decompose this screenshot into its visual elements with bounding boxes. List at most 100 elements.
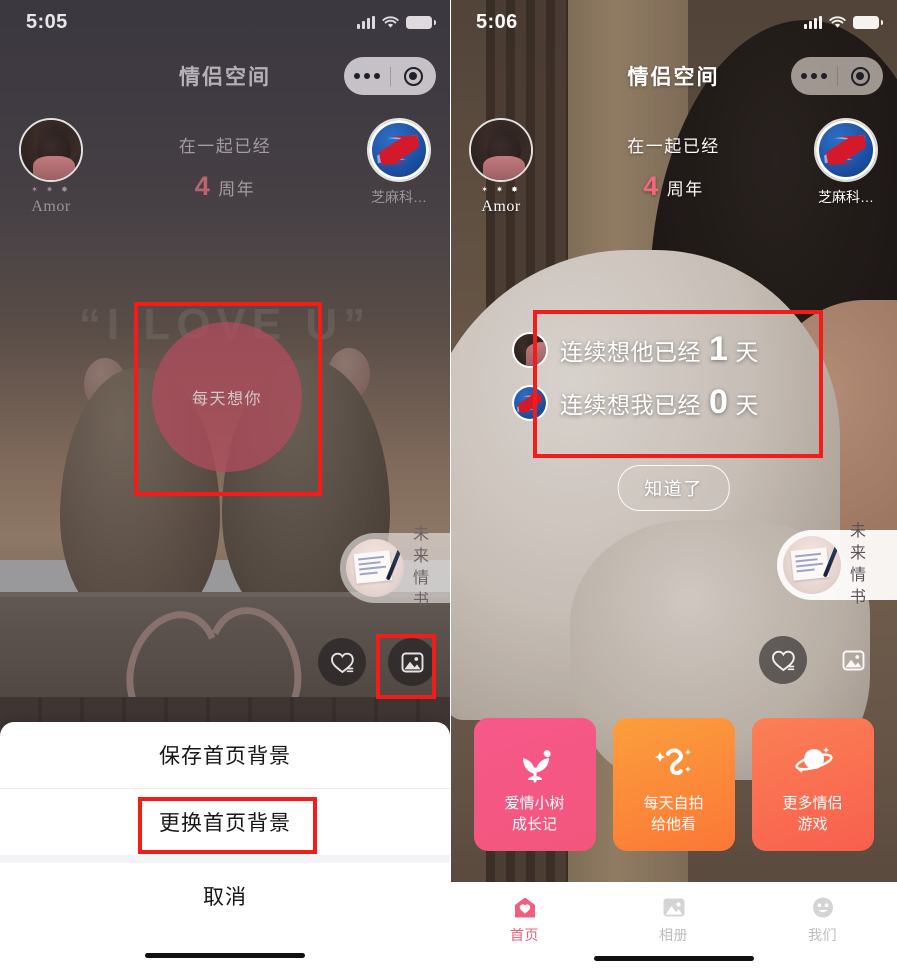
home-heart-icon bbox=[512, 893, 538, 921]
streak-label-self: 连续想我已经 bbox=[560, 392, 701, 418]
cellular-signal-icon bbox=[804, 15, 822, 29]
card-daily-selfie[interactable]: 每天自拍 给他看 bbox=[612, 718, 735, 851]
anniversary-unit: 周年 bbox=[218, 180, 256, 199]
streak-count-self: 0 bbox=[709, 383, 729, 421]
future-letter-line2: 情书 bbox=[850, 567, 868, 606]
right-status-bar: 5:06 bbox=[450, 0, 897, 44]
status-time: 5:06 bbox=[476, 10, 518, 33]
partner-avatar-block[interactable]: 芝麻科… bbox=[356, 118, 442, 207]
left-couple-row: ✶ ✷ ✸ Amor 在一起已经 4 周年 芝麻科… bbox=[0, 118, 450, 218]
left-action-buttons bbox=[318, 638, 436, 686]
daily-miss-you-bubble[interactable]: 每天想你 bbox=[152, 322, 302, 472]
sprout-plant-icon bbox=[512, 736, 558, 788]
zhima-logo[interactable] bbox=[367, 118, 431, 182]
user-avatar-photo[interactable] bbox=[469, 118, 533, 182]
page-title: 情侣空间 bbox=[627, 66, 720, 89]
heart-icon bbox=[330, 652, 354, 673]
streak-text-partner: 连续想他已经 1 天 bbox=[560, 330, 759, 369]
card-line2: 给他看 bbox=[650, 816, 696, 833]
streak-unit-partner: 天 bbox=[735, 339, 759, 365]
future-letter-line1: 未来 bbox=[413, 526, 431, 565]
us-smiley-icon bbox=[810, 893, 836, 921]
bubble-label: 每天想你 bbox=[191, 391, 262, 408]
home-indicator-bar bbox=[593, 956, 754, 961]
target-circle-icon[interactable] bbox=[838, 57, 884, 95]
status-indicators bbox=[357, 15, 436, 29]
future-letter-label: 未来 情书 bbox=[850, 521, 883, 609]
future-letter-label: 未来 情书 bbox=[413, 524, 436, 612]
love-letter-thumb bbox=[783, 536, 841, 594]
image-picture-icon bbox=[401, 652, 423, 672]
tab-us[interactable]: 我们 bbox=[748, 893, 897, 975]
streak-count-partner: 1 bbox=[709, 330, 729, 368]
left-user-avatar-block[interactable]: ✶ ✷ ✸ Amor bbox=[458, 118, 544, 216]
left-status-bar: 5:05 bbox=[0, 0, 450, 44]
change-background-button[interactable] bbox=[829, 636, 877, 684]
future-letter-line2: 情书 bbox=[413, 570, 431, 609]
streak-text-self: 连续想我已经 0 天 bbox=[560, 383, 759, 422]
anniversary-prefix: 在一起已经 bbox=[627, 137, 720, 156]
anniversary-value-row: 4 周年 bbox=[627, 171, 720, 202]
anniversary-unit: 周年 bbox=[666, 180, 704, 199]
partner-avatar-block[interactable]: 芝麻科… bbox=[803, 118, 889, 207]
streak-row-partner: 连续想他已经 1 天 bbox=[512, 330, 759, 369]
right-anniversary-block: 在一起已经 4 周年 bbox=[627, 132, 720, 202]
tab-label-album: 相册 bbox=[659, 927, 688, 943]
future-letter-entry[interactable]: 未来 情书 bbox=[777, 523, 897, 606]
bottom-tab-bar: 首页 相册 我们 bbox=[450, 882, 897, 975]
card-love-tree[interactable]: 爱情小树 成长记 bbox=[473, 718, 596, 851]
love-letter-thumb bbox=[346, 539, 404, 597]
left-wechat-capsule[interactable] bbox=[344, 57, 436, 95]
future-letter-line1: 未来 bbox=[850, 523, 868, 562]
future-letter-entry[interactable]: 未来 情书 bbox=[340, 526, 450, 609]
change-background-button[interactable] bbox=[388, 638, 436, 686]
right-wechat-capsule[interactable] bbox=[791, 57, 883, 95]
more-dots-icon[interactable] bbox=[344, 57, 390, 95]
more-dots-icon[interactable] bbox=[791, 57, 837, 95]
right-couple-row: ✶ ✷ ✸ Amor 在一起已经 4 周年 芝麻科… bbox=[450, 118, 897, 218]
card-line1: 更多情侣 bbox=[782, 795, 843, 812]
left-user-avatar-block[interactable]: ✶ ✷ ✸ Amor bbox=[8, 118, 94, 216]
like-heart-button[interactable] bbox=[759, 636, 807, 684]
anniversary-prefix: 在一起已经 bbox=[178, 137, 272, 156]
anniversary-value-row: 4 周年 bbox=[179, 171, 272, 202]
status-indicators bbox=[804, 15, 883, 29]
user-avatar-photo bbox=[512, 331, 548, 368]
sheet-item-change-background[interactable]: 更换首页背景 bbox=[0, 789, 450, 855]
avatar-name-right: 芝麻科… bbox=[818, 189, 874, 205]
right-action-buttons bbox=[759, 636, 877, 684]
anniversary-number: 4 bbox=[643, 171, 660, 201]
status-time: 5:05 bbox=[26, 10, 68, 33]
sheet-item-save-background[interactable]: 保存首页背景 bbox=[0, 722, 450, 788]
card-label-more-games: 更多情侣 游戏 bbox=[782, 793, 842, 835]
battery-icon bbox=[406, 15, 436, 29]
image-picture-icon bbox=[842, 650, 864, 670]
page-title: 情侣空间 bbox=[179, 66, 271, 89]
right-phone-screen: 5:06 情侣空间 ✶ ✷ ✸ Amor 在一起已经 4 周年 芝麻科… 连续想… bbox=[450, 0, 897, 975]
zhima-logo[interactable] bbox=[814, 118, 878, 182]
target-circle-icon[interactable] bbox=[391, 57, 437, 95]
got-it-button[interactable]: 知道了 bbox=[617, 465, 730, 511]
planet-saturn-icon bbox=[790, 736, 836, 788]
tab-album[interactable]: 相册 bbox=[599, 893, 748, 975]
card-line2: 成长记 bbox=[511, 816, 557, 833]
sheet-item-cancel[interactable]: 取消 bbox=[0, 863, 450, 929]
tab-home[interactable]: 首页 bbox=[450, 893, 599, 975]
sparkle-swirl-icon bbox=[651, 736, 697, 788]
card-line1: 爱情小树 bbox=[504, 795, 565, 812]
background-action-sheet: 保存首页背景 更换首页背景 取消 bbox=[0, 722, 450, 975]
tab-label-us: 我们 bbox=[808, 927, 837, 943]
streak-unit-self: 天 bbox=[735, 392, 759, 418]
avatar-name-left: Amor bbox=[481, 198, 521, 215]
wifi-icon bbox=[382, 15, 399, 28]
sheet-group-gap bbox=[0, 855, 450, 863]
home-indicator-bar bbox=[145, 953, 305, 958]
avatar-stars: ✶ ✷ ✸ bbox=[31, 185, 71, 194]
card-more-games[interactable]: 更多情侣 游戏 bbox=[751, 718, 874, 851]
user-avatar-photo[interactable] bbox=[19, 118, 83, 182]
photo-album-icon bbox=[661, 893, 687, 921]
zhima-logo bbox=[512, 384, 548, 421]
left-phone-screen: “I LOVE U” 5:05 bbox=[0, 0, 450, 975]
left-anniversary-block: 在一起已经 4 周年 bbox=[179, 132, 272, 202]
like-heart-button[interactable] bbox=[318, 638, 366, 686]
